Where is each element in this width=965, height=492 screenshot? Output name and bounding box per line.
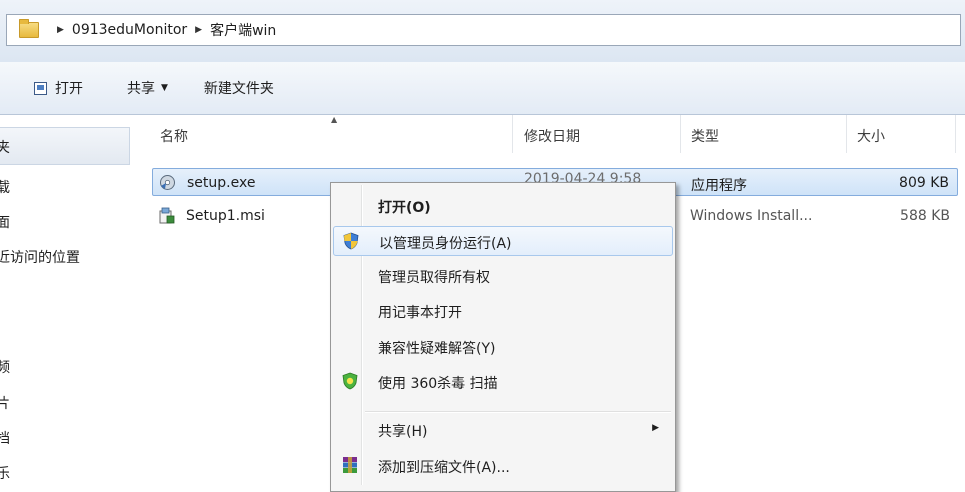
menu-item-label: 管理员取得所有权 <box>378 270 490 286</box>
menu-item-run-as-admin[interactable]: 以管理员身份运行(A) <box>333 226 673 256</box>
menu-item-open-with-notepad[interactable]: 用记事本打开 <box>333 296 673 326</box>
menu-separator <box>365 411 671 413</box>
menu-item-share[interactable]: 共享(H) ▶ <box>333 415 673 445</box>
menu-item-take-ownership[interactable]: 管理员取得所有权 <box>333 261 673 291</box>
nav-item-desktop[interactable]: 面 <box>0 212 10 232</box>
file-name: Setup1.msi <box>186 208 265 224</box>
column-header-type[interactable]: 类型 <box>691 126 719 146</box>
breadcrumb-separator-icon[interactable]: ▶ <box>195 25 202 35</box>
nav-item-videos[interactable]: 频 <box>0 357 10 377</box>
share-button-label: 共享 <box>127 81 155 97</box>
address-bar-area: ▶ 0913eduMonitor ▶ 客户端win <box>0 0 965 62</box>
new-folder-button[interactable]: 新建文件夹 <box>204 78 274 98</box>
column-divider[interactable] <box>512 115 513 153</box>
menu-item-label: 用记事本打开 <box>378 305 462 321</box>
command-bar: 打开 共享 ▼ 新建文件夹 <box>0 62 965 115</box>
menu-item-open[interactable]: 打开(O) <box>333 191 673 221</box>
nav-selected-item-bg <box>0 127 130 165</box>
nav-item-music[interactable]: 乐 <box>0 463 10 483</box>
breadcrumb-separator-icon[interactable]: ▶ <box>57 25 64 35</box>
open-icon <box>34 81 47 95</box>
navigation-pane: 夹 载 面 近访问的位置 频 片 档 乐 <box>0 115 140 487</box>
file-size: 809 KB <box>899 175 949 191</box>
column-divider[interactable] <box>955 115 956 153</box>
column-divider[interactable] <box>680 115 681 153</box>
nav-item-documents[interactable]: 档 <box>0 428 10 448</box>
column-header-name[interactable]: 名称 <box>160 126 188 146</box>
msi-installer-icon <box>159 207 175 224</box>
breadcrumb-item-client-win[interactable]: 客户端win <box>210 20 276 40</box>
open-button[interactable]: 打开 <box>34 78 83 98</box>
menu-item-add-to-archive[interactable]: 添加到压缩文件(A)... <box>333 451 673 481</box>
column-header-bar: ▲ 名称 修改日期 类型 大小 <box>140 115 965 153</box>
uac-shield-icon <box>343 232 359 250</box>
menu-item-label: 使用 360杀毒 扫描 <box>378 376 498 392</box>
column-header-size[interactable]: 大小 <box>857 126 885 146</box>
sort-ascending-icon: ▲ <box>331 115 338 124</box>
menu-item-label: 兼容性疑难解答(Y) <box>378 341 496 357</box>
nav-item-folder[interactable]: 夹 <box>0 137 10 157</box>
menu-item-label: 打开(O) <box>378 200 431 216</box>
breadcrumb-item-0913edumonitor[interactable]: 0913eduMonitor <box>72 22 187 38</box>
submenu-arrow-icon: ▶ <box>652 423 659 433</box>
column-header-date-modified[interactable]: 修改日期 <box>524 126 580 146</box>
360-antivirus-icon <box>342 372 358 390</box>
menu-item-scan-with-360[interactable]: 使用 360杀毒 扫描 <box>333 367 673 397</box>
menu-item-label: 添加到压缩文件(A)... <box>378 460 510 476</box>
share-button[interactable]: 共享 ▼ <box>127 78 168 98</box>
nav-item-recent-places[interactable]: 近访问的位置 <box>0 247 80 267</box>
nav-item-pictures[interactable]: 片 <box>0 393 10 413</box>
new-folder-button-label: 新建文件夹 <box>203 81 274 97</box>
address-bar[interactable]: ▶ 0913eduMonitor ▶ 客户端win <box>6 14 961 46</box>
chevron-down-icon: ▼ <box>161 83 168 93</box>
file-size: 588 KB <box>900 208 950 224</box>
open-button-label: 打开 <box>55 81 83 97</box>
menu-item-troubleshoot-compatibility[interactable]: 兼容性疑难解答(Y) <box>333 332 673 362</box>
file-type: Windows Install... <box>690 208 813 224</box>
menu-item-label: 共享(H) <box>378 424 428 440</box>
setup-exe-icon <box>160 175 175 190</box>
column-divider[interactable] <box>846 115 847 153</box>
file-type: 应用程序 <box>691 178 747 194</box>
nav-item-downloads[interactable]: 载 <box>0 177 10 197</box>
menu-item-label: 以管理员身份运行(A) <box>379 236 512 252</box>
folder-icon <box>19 19 39 38</box>
context-menu: 打开(O) 以管理员身份运行(A) 管理员取得所有权 用记事本打开 兼容性疑难解… <box>330 182 676 492</box>
file-name: setup.exe <box>187 175 256 191</box>
winrar-icon <box>343 457 357 473</box>
